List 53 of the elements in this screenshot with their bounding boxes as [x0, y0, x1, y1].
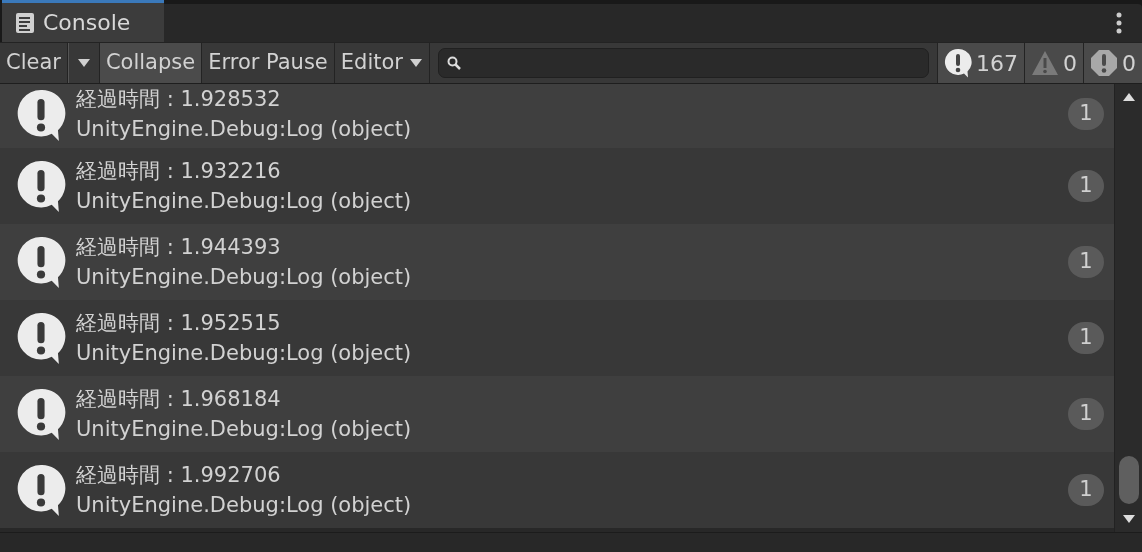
speech-bubble-icon — [16, 235, 66, 289]
stack-trace: UnityEngine.Debug:Log (object) — [76, 188, 412, 215]
caret-icon — [408, 58, 423, 68]
console-tab[interactable]: Console — [2, 0, 165, 42]
stack-trace: UnityEngine.Debug:Log (object) — [76, 492, 412, 519]
speech-bubble-icon — [16, 159, 66, 213]
scroll-down-arrow-icon[interactable] — [1121, 514, 1136, 524]
log-message: 経過時間 : 1.952515 — [76, 310, 282, 337]
count-badge: 1 — [1068, 98, 1104, 130]
speech-bubble-icon — [16, 88, 66, 142]
log-message: 経過時間 : 1.928532 — [76, 86, 282, 113]
stack-trace: UnityEngine.Debug:Log (object) — [76, 416, 412, 443]
count-badge: 1 — [1068, 246, 1104, 278]
scrollbar[interactable] — [1114, 84, 1142, 532]
speech-bubble-icon — [16, 463, 66, 517]
stack-trace: UnityEngine.Debug:Log (object) — [76, 340, 412, 367]
more-menu-icon[interactable] — [1116, 12, 1122, 34]
toolbar-button[interactable]: Error Pause — [202, 43, 335, 83]
tab-title: Console — [43, 9, 131, 37]
console-icon — [15, 11, 35, 34]
log-entry[interactable]: 経過時間 : 1.992706 UnityEngine.Debug:Log (object) 1 — [0, 452, 1114, 528]
log-message: 経過時間 : 1.968184 — [76, 386, 282, 413]
log-entry[interactable]: 経過時間 : 1.928532 UnityEngine.Debug:Log (object) 1 — [0, 84, 1114, 148]
stack-trace: UnityEngine.Debug:Log (object) — [76, 264, 412, 291]
speech-bubble-icon — [16, 311, 66, 365]
dropdown-button[interactable] — [67, 43, 100, 83]
log-message: 経過時間 : 1.932216 — [76, 158, 282, 185]
scrollbar-thumb[interactable] — [1118, 456, 1139, 504]
search-icon — [446, 56, 461, 70]
count-badge: 1 — [1068, 398, 1104, 430]
log-message: 経過時間 : 1.992706 — [76, 462, 282, 489]
count-badge: 1 — [1068, 170, 1104, 202]
caret-icon — [76, 58, 91, 68]
warning-icon — [1031, 50, 1059, 76]
log-entry[interactable]: 経過時間 : 1.944393 UnityEngine.Debug:Log (object) 1 — [0, 224, 1114, 300]
log-message: 経過時間 : 1.944393 — [76, 234, 282, 261]
stack-trace: UnityEngine.Debug:Log (object) — [76, 116, 412, 143]
filter-toggle[interactable]: 0 — [1024, 43, 1083, 83]
count-badge: 1 — [1068, 322, 1104, 354]
log-entry[interactable]: 経過時間 : 1.932216 UnityEngine.Debug:Log (object) 1 — [0, 148, 1114, 224]
search-field[interactable] — [437, 48, 929, 78]
filter-toggle[interactable]: 167 — [937, 43, 1024, 83]
speech-bubble-icon — [16, 387, 66, 441]
log-entry[interactable]: 経過時間 : 1.952515 UnityEngine.Debug:Log (object) 1 — [0, 300, 1114, 376]
log-entry[interactable]: 経過時間 : 1.968184 UnityEngine.Debug:Log (object) 1 — [0, 376, 1114, 452]
toolbar-button[interactable]: Editor — [334, 43, 430, 83]
filter-toggle[interactable]: 0 — [1083, 43, 1142, 83]
count-badge: 1 — [1068, 474, 1104, 506]
toolbar-button[interactable]: Collapse — [99, 43, 203, 83]
speech-bubble-icon — [944, 48, 972, 78]
error-icon — [1090, 49, 1118, 77]
toolbar-button[interactable]: Clear — [0, 43, 68, 83]
scroll-up-arrow-icon[interactable] — [1121, 92, 1136, 102]
